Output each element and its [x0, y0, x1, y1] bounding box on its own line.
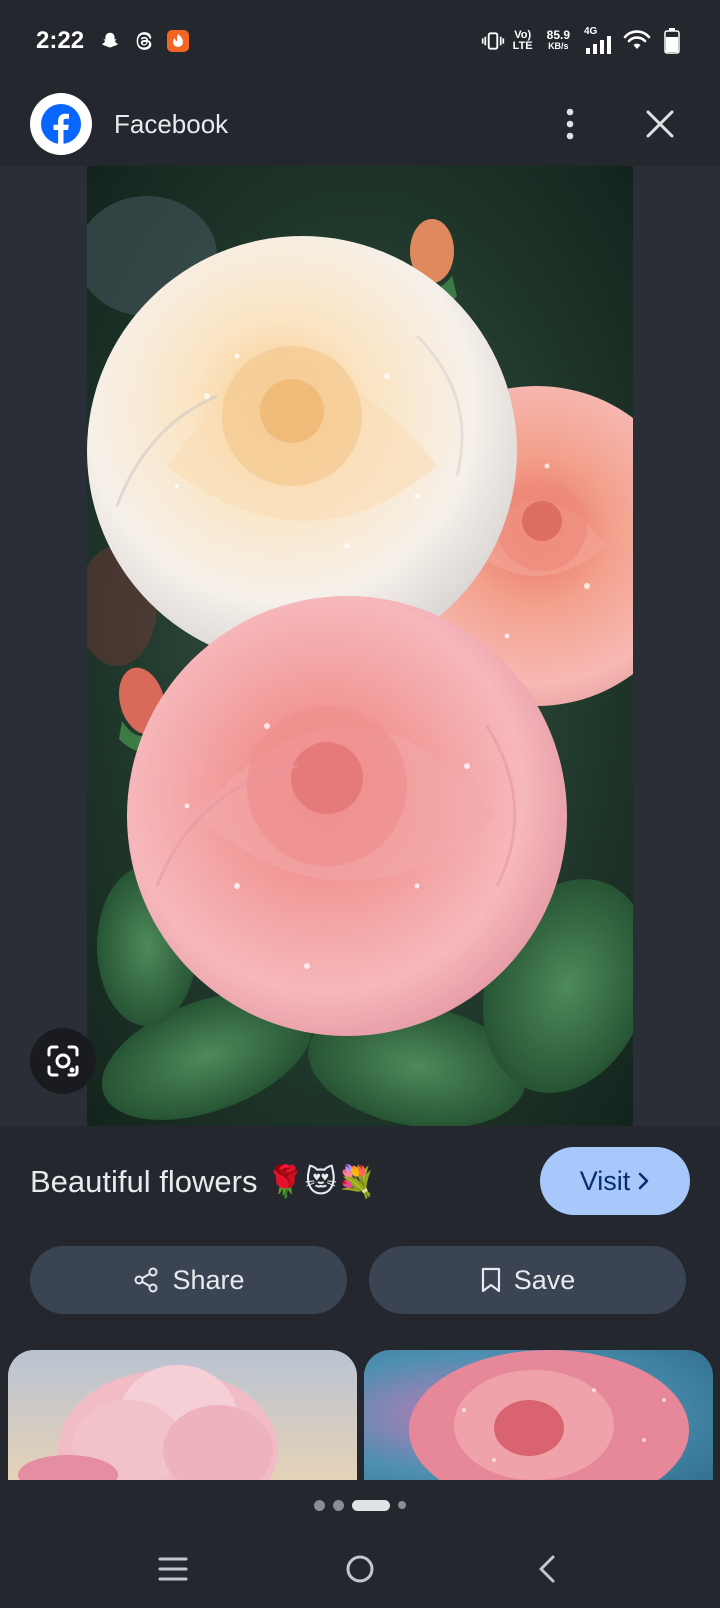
- signal-group: 4G: [584, 26, 614, 54]
- home-button[interactable]: [325, 1539, 395, 1599]
- visit-button[interactable]: Visit: [540, 1147, 690, 1215]
- back-button[interactable]: [512, 1539, 582, 1599]
- status-time: 2:22: [36, 27, 85, 54]
- share-button[interactable]: Share: [30, 1246, 347, 1314]
- app-notification-icon: [166, 29, 190, 53]
- lens-icon: [47, 1045, 79, 1077]
- google-lens-button[interactable]: [30, 1028, 96, 1094]
- page-dot: [314, 1499, 325, 1511]
- share-label: Share: [172, 1264, 245, 1295]
- facebook-logo-icon: [30, 93, 92, 155]
- bookmark-icon: [481, 1267, 500, 1293]
- image-caption: Beautiful flowers 🌹😻💐: [30, 1163, 376, 1199]
- recents-button[interactable]: [138, 1539, 208, 1599]
- threads-icon: [132, 29, 156, 53]
- close-icon: [646, 110, 674, 138]
- image-viewer: [0, 166, 720, 1126]
- share-icon: [134, 1267, 158, 1293]
- network-speed: 85.9 KB/s: [546, 28, 570, 52]
- page-dot: [398, 1501, 406, 1509]
- source-title: Facebook: [114, 108, 229, 139]
- wifi-icon: [622, 29, 652, 53]
- page-dot-active: [352, 1499, 390, 1511]
- caption-row: Beautiful flowers 🌹😻💐 Visit: [0, 1126, 720, 1236]
- status-left: 2:22: [36, 27, 190, 55]
- chevron-right-icon: [638, 1172, 649, 1190]
- related-images: [0, 1350, 720, 1480]
- status-right: Vo) LTE 85.9 KB/s 4G: [481, 26, 684, 54]
- snapchat-icon: [98, 29, 122, 53]
- navigation-bar: [0, 1530, 720, 1608]
- battery-icon: [660, 28, 684, 54]
- more-vert-icon: [566, 108, 574, 140]
- visit-label: Visit: [579, 1165, 631, 1196]
- main-image[interactable]: [87, 166, 633, 1126]
- more-options-button[interactable]: [540, 94, 600, 154]
- header: Facebook: [0, 82, 720, 166]
- action-row: Share Save: [30, 1246, 686, 1314]
- related-image-thumbnail[interactable]: [364, 1350, 713, 1480]
- vibrate-icon: [481, 29, 505, 53]
- speed-value: 85.9: [546, 28, 570, 42]
- back-icon: [539, 1555, 555, 1583]
- page-dot: [333, 1499, 344, 1511]
- recents-icon: [158, 1557, 188, 1581]
- close-button[interactable]: [630, 94, 690, 154]
- lte-label: LTE: [512, 40, 533, 52]
- save-label: Save: [513, 1264, 576, 1295]
- home-icon: [346, 1555, 374, 1583]
- related-image-thumbnail[interactable]: [8, 1350, 357, 1480]
- speed-unit: KB/s: [548, 41, 569, 51]
- volte-indicator: Vo) LTE: [513, 30, 533, 52]
- status-bar: 2:22 Vo) LTE 85.9 KB/s 4G: [0, 0, 720, 82]
- screen: 2:22 Vo) LTE 85.9 KB/s 4G Facebook Beaut…: [0, 0, 720, 1608]
- page-indicator: [0, 1480, 720, 1530]
- signal-icon: [586, 36, 611, 54]
- save-button[interactable]: Save: [369, 1246, 686, 1314]
